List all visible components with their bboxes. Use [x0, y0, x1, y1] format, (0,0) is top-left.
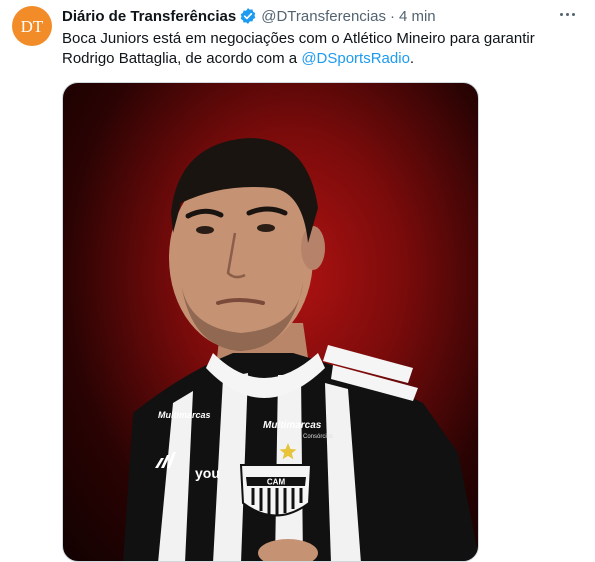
more-options-icon[interactable] [555, 4, 579, 24]
dt-logo-icon[interactable]: DT [12, 6, 52, 46]
avatar-logo: DT [21, 17, 44, 36]
timestamp[interactable]: 4 min [399, 8, 436, 25]
shirt-brand: you [195, 465, 220, 481]
tweet-media-photo[interactable]: Multimarcas Multimarcas Consórcios you C… [62, 82, 479, 562]
avatar-logo-text: DT [21, 17, 44, 36]
crest-text: CAM [267, 478, 286, 487]
tweet-header: Diário de Transferências @DTransferencia… [62, 6, 436, 26]
tweet[interactable]: DT Diário de Transferências @DTransferen… [0, 0, 595, 562]
tweet-text-body: Boca Juniors está em negociações com o A… [62, 30, 535, 67]
verified-badge-icon [240, 8, 256, 24]
mention-link[interactable]: @DSportsRadio [301, 50, 410, 67]
author-handle[interactable]: @DTransferencias [261, 8, 386, 25]
author-name[interactable]: Diário de Transferências [62, 8, 236, 25]
shirt-sponsor-left: Multimarcas [158, 410, 211, 420]
shirt-sponsor-sub: Consórcios [303, 434, 333, 440]
shirt-sponsor-chest: Multimarcas [263, 420, 322, 431]
tweet-text: Boca Juniors está em negociações com o A… [62, 29, 582, 69]
player-photo: Multimarcas Multimarcas Consórcios you C… [123, 138, 478, 561]
tweet-text-end: . [409, 50, 415, 67]
separator-dot: · [389, 7, 395, 25]
